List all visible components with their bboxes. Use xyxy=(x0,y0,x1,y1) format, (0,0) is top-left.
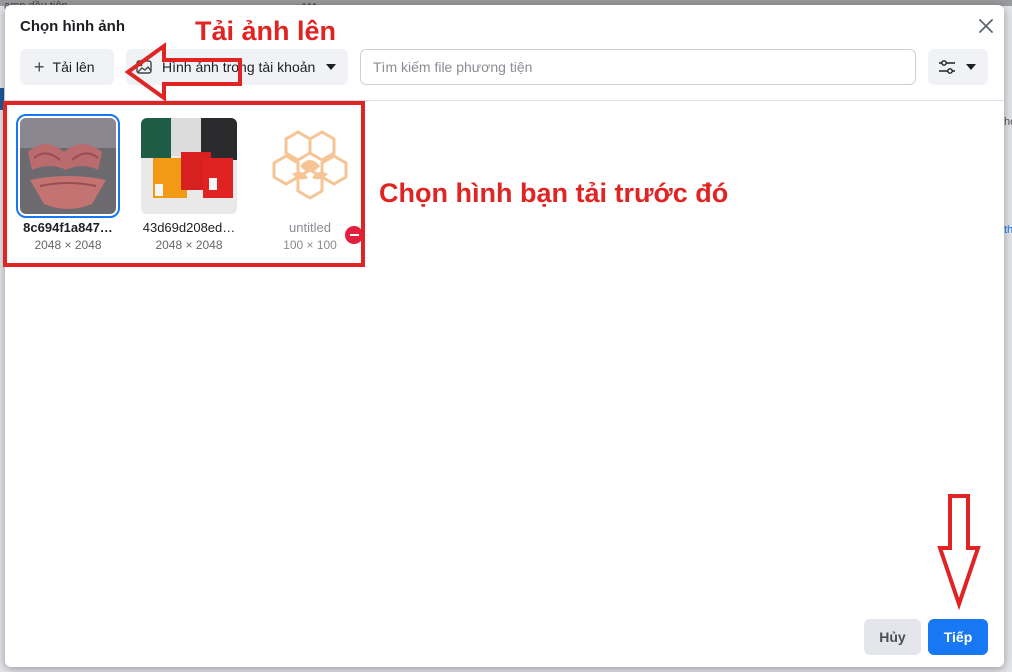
upload-button[interactable]: + Tải lên xyxy=(20,49,114,85)
media-search-input[interactable] xyxy=(360,49,916,85)
chevron-down-icon xyxy=(326,64,336,70)
cancel-button[interactable]: Hủy xyxy=(864,619,921,655)
upload-label: Tải lên xyxy=(52,59,95,75)
next-button[interactable]: Tiếp xyxy=(928,619,988,655)
filter-dropdown-button[interactable] xyxy=(928,49,988,85)
close-button[interactable] xyxy=(973,13,999,39)
annotation-highlight-box xyxy=(3,101,365,267)
chevron-down-icon xyxy=(966,64,976,70)
filter-sliders-icon xyxy=(939,60,955,74)
background-right-link: th xyxy=(1004,224,1012,236)
annotation-upload-text: Tải ảnh lên xyxy=(195,16,337,46)
dialog-title: Chọn hình ảnh xyxy=(20,18,125,35)
plus-icon: + xyxy=(34,57,45,77)
image-source-label: Hình ảnh trong tài khoản xyxy=(162,59,316,75)
background-right-text: ho xyxy=(1004,116,1012,128)
image-icon xyxy=(136,60,152,74)
annotation-choose-text: Chọn hình bạn tải trước đó xyxy=(379,178,729,208)
close-icon xyxy=(979,19,993,33)
image-source-dropdown[interactable]: Hình ảnh trong tài khoản xyxy=(126,49,348,85)
